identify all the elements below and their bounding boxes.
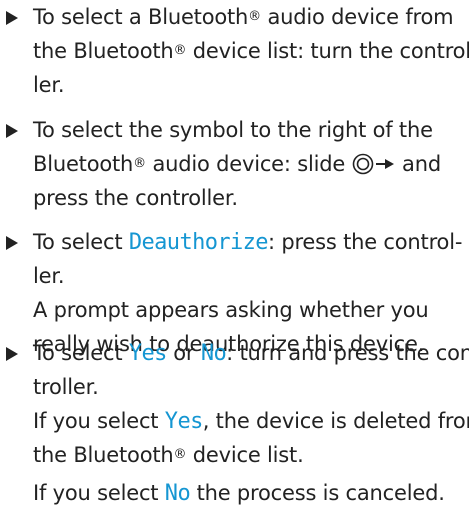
step-text: To select Yes or No: turn and press the … [33, 336, 469, 510]
text-line: Bluetooth® audio device: slide and [33, 147, 453, 181]
text-line: press the controller. [33, 181, 453, 215]
text-run: ler. [33, 264, 65, 288]
text-run: ler. [33, 73, 65, 97]
bullet-arrow-icon [6, 347, 18, 361]
text-run: To select [33, 230, 129, 254]
text-run: Bluetooth [33, 152, 134, 176]
text-run: A prompt appears asking whether you [33, 298, 429, 322]
text-run: or [166, 341, 201, 365]
text-line: ler. [33, 68, 453, 102]
bullet-arrow-icon [6, 124, 18, 138]
text-line: To select Yes or No: turn and press the … [33, 336, 469, 370]
text-run: device list. [186, 443, 304, 467]
menu-item-term: Yes [164, 409, 204, 434]
text-line: If you select No the process is canceled… [33, 476, 453, 510]
text-run: To select the symbol to the right of the [33, 118, 433, 142]
step-text: To select a Bluetooth® audio device from… [33, 0, 469, 102]
bullet-arrow-icon [6, 11, 18, 25]
text-run: : press the control- [267, 230, 463, 254]
text-line: troller. [33, 370, 453, 404]
bullet-arrow-icon [6, 236, 18, 250]
text-run: If you select [33, 409, 165, 433]
text-line: To select Deauthorize: press the control… [33, 225, 462, 259]
text-run: audio device: slide [145, 152, 352, 176]
text-run: press the controller. [33, 186, 238, 210]
instruction-page: To select a Bluetooth® audio device from… [0, 0, 469, 506]
text-run: the Bluetooth [33, 39, 174, 63]
text-line: the Bluetooth® device list: turn the con… [33, 34, 469, 68]
text-line: To select the symbol to the right of the [33, 113, 453, 147]
text-run: To select a Bluetooth [33, 5, 249, 29]
registered-mark: ® [173, 43, 187, 58]
registered-mark: ® [173, 447, 187, 462]
text-run: troller. [33, 375, 99, 399]
text-run: To select [33, 341, 129, 365]
step-text: To select the symbol to the right of the… [33, 113, 453, 215]
text-run: the process is canceled. [190, 481, 445, 505]
text-line: the Bluetooth® device list. [33, 438, 453, 472]
registered-mark: ® [248, 9, 261, 24]
text-run: If you select [33, 481, 165, 505]
registered-mark: ® [133, 156, 146, 171]
menu-item-term: No [200, 341, 227, 366]
text-run: audio device from [260, 5, 454, 29]
text-run: : turn and press the con- [226, 341, 469, 365]
controller-slide-right-icon [352, 151, 396, 185]
text-run: the Bluetooth [33, 443, 174, 467]
menu-item-term: Deauthorize [128, 230, 269, 255]
text-line: If you select Yes, the device is deleted… [33, 404, 469, 438]
text-line: ler. [33, 259, 453, 293]
text-line: A prompt appears asking whether you [33, 293, 453, 327]
text-run: device list: turn the control- [186, 39, 469, 63]
text-run: and [395, 152, 441, 176]
text-line: To select a Bluetooth® audio device from [33, 0, 454, 34]
menu-item-term: No [164, 481, 191, 506]
menu-item-term: Yes [128, 341, 168, 366]
text-run: , the device is deleted from [202, 409, 469, 433]
